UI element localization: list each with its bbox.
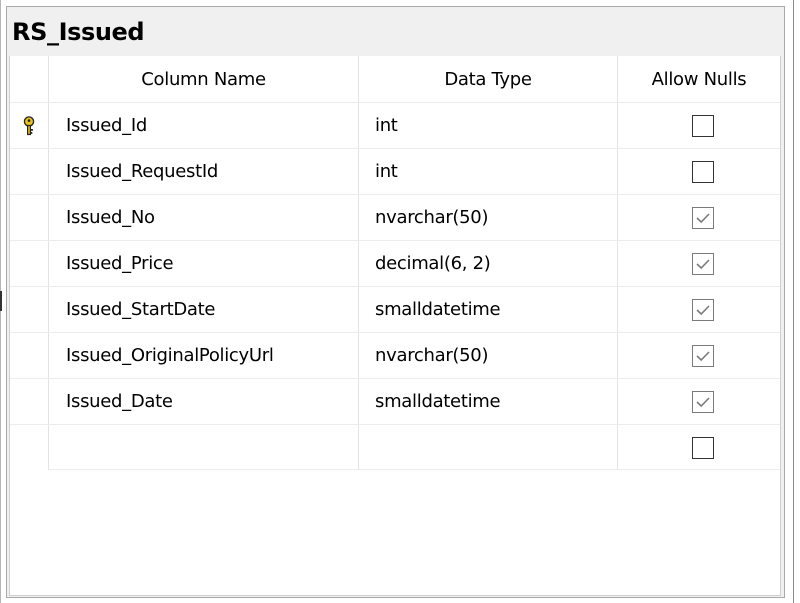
row-selector[interactable] — [10, 287, 49, 332]
data-type-cell[interactable]: nvarchar(50) — [359, 195, 618, 240]
allow-nulls-cell — [618, 241, 780, 286]
table-designer-window: RS_Issued Column Name Data Type Allow Nu… — [0, 0, 800, 603]
data-type-cell[interactable]: smalldatetime — [359, 379, 618, 424]
allow-nulls-cell — [618, 379, 780, 424]
checkmark-icon — [696, 350, 710, 361]
allow-nulls-checkbox[interactable] — [692, 252, 714, 275]
allow-nulls-checkbox[interactable] — [692, 298, 714, 321]
data-type-header: Data Type — [359, 56, 618, 102]
allow-nulls-checkbox[interactable] — [692, 206, 714, 229]
row-selector[interactable] — [10, 195, 49, 240]
data-type-cell[interactable]: int — [359, 149, 618, 194]
allow-nulls-cell — [618, 149, 780, 194]
table-title: RS_Issued — [12, 18, 145, 46]
column-name-cell[interactable]: Issued_Date — [49, 379, 359, 424]
allow-nulls-checkbox[interactable] — [692, 344, 714, 367]
new-row[interactable] — [10, 424, 780, 470]
allow-nulls-header: Allow Nulls — [651, 68, 747, 90]
row-selector[interactable] — [10, 149, 49, 194]
allow-nulls-checkbox[interactable] — [692, 114, 714, 137]
allow-nulls-checkbox[interactable] — [692, 436, 714, 459]
row-selector[interactable] — [10, 379, 49, 424]
row-selector[interactable] — [10, 103, 49, 148]
allow-nulls-cell — [618, 103, 780, 148]
table-row[interactable]: Issued_Price decimal(6, 2) — [10, 240, 780, 286]
data-type-cell[interactable]: nvarchar(50) — [359, 333, 618, 378]
column-name-cell[interactable] — [49, 425, 359, 470]
column-name-cell[interactable]: Issued_StartDate — [49, 287, 359, 332]
table-row[interactable]: Issued_Id int — [10, 102, 780, 148]
primary-key-icon — [22, 115, 36, 136]
checkmark-icon — [696, 396, 710, 407]
grid-header: Column Name Data Type Allow Nulls — [10, 56, 780, 102]
table-row[interactable]: Issued_Date smalldatetime — [10, 378, 780, 424]
column-name-cell[interactable]: Issued_Id — [49, 103, 359, 148]
allow-nulls-cell — [618, 195, 780, 240]
table-row[interactable]: Issued_StartDate smalldatetime — [10, 286, 780, 332]
checkmark-icon — [696, 212, 710, 223]
column-name-cell[interactable]: Issued_RequestId — [49, 149, 359, 194]
table-row[interactable]: Issued_RequestId int — [10, 148, 780, 194]
allow-nulls-checkbox[interactable] — [692, 390, 714, 413]
row-selector[interactable] — [10, 241, 49, 286]
table-row[interactable]: Issued_No nvarchar(50) — [10, 194, 780, 240]
data-type-cell[interactable]: int — [359, 103, 618, 148]
row-selector[interactable] — [10, 425, 49, 470]
allow-nulls-checkbox[interactable] — [692, 160, 714, 183]
checkmark-icon — [696, 258, 710, 269]
data-type-cell[interactable]: decimal(6, 2) — [359, 241, 618, 286]
row-selector[interactable] — [10, 333, 49, 378]
allow-nulls-cell — [618, 425, 780, 470]
allow-nulls-cell — [618, 333, 780, 378]
splitter-handle[interactable] — [0, 291, 2, 311]
data-type-cell[interactable] — [359, 425, 618, 470]
row-selector-header — [10, 56, 49, 102]
column-name-header: Column Name — [49, 56, 359, 102]
table-row[interactable]: Issued_OriginalPolicyUrl nvarchar(50) — [10, 332, 780, 378]
column-name-cell[interactable]: Issued_Price — [49, 241, 359, 286]
checkmark-icon — [696, 304, 710, 315]
allow-nulls-cell — [618, 287, 780, 332]
column-name-cell[interactable]: Issued_No — [49, 195, 359, 240]
data-type-cell[interactable]: smalldatetime — [359, 287, 618, 332]
column-name-cell[interactable]: Issued_OriginalPolicyUrl — [49, 333, 359, 378]
